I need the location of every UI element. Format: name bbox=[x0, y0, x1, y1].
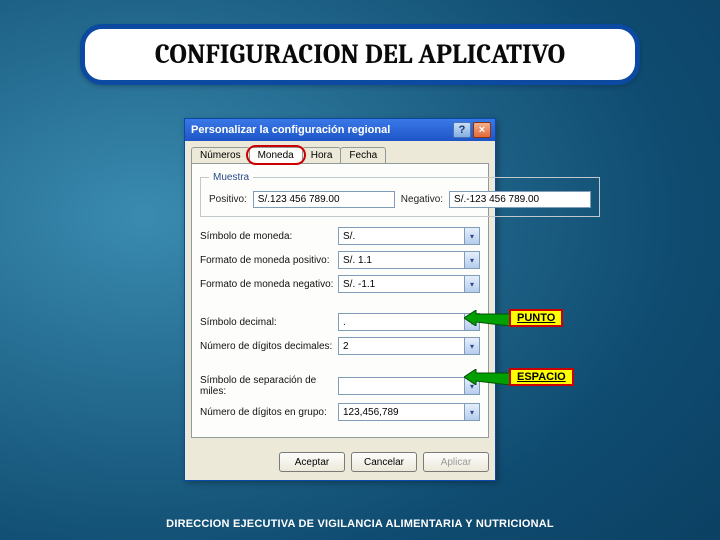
select-simbolo-moneda[interactable]: S/. ▾ bbox=[338, 227, 480, 245]
select-digitos-dec[interactable]: 2 ▾ bbox=[338, 337, 480, 355]
muestra-group: Muestra Positivo: Negativo: bbox=[200, 172, 600, 217]
tab-hora[interactable]: Hora bbox=[302, 147, 342, 163]
select-digitos-grupo[interactable]: 123,456,789 ▾ bbox=[338, 403, 480, 421]
aceptar-button[interactable]: Aceptar bbox=[279, 452, 345, 472]
chevron-down-icon: ▾ bbox=[464, 276, 479, 292]
row-formato-pos: Formato de moneda positivo: S/. 1.1 ▾ bbox=[200, 251, 480, 269]
select-formato-pos[interactable]: S/. 1.1 ▾ bbox=[338, 251, 480, 269]
arrow-icon bbox=[464, 369, 510, 381]
negativo-label: Negativo: bbox=[401, 194, 443, 205]
row-simbolo-moneda: Símbolo de moneda: S/. ▾ bbox=[200, 227, 480, 245]
slide-title: CONFIGURACION DEL APLICATIVO bbox=[80, 24, 640, 85]
lbl-formato-neg: Formato de moneda negativo: bbox=[200, 279, 338, 290]
row-digitos-grupo: Número de dígitos en grupo: 123,456,789 … bbox=[200, 403, 480, 421]
lbl-sep-miles: Símbolo de separación de miles: bbox=[200, 375, 338, 397]
row-formato-neg: Formato de moneda negativo: S/. -1.1 ▾ bbox=[200, 275, 480, 293]
dialog-close-button[interactable]: × bbox=[473, 122, 491, 138]
chevron-down-icon: ▾ bbox=[464, 338, 479, 354]
dialog-button-row: Aceptar Cancelar Aplicar bbox=[185, 444, 495, 480]
cancelar-button[interactable]: Cancelar bbox=[351, 452, 417, 472]
negativo-field bbox=[449, 191, 591, 208]
lbl-digitos-dec: Número de dígitos decimales: bbox=[200, 341, 338, 352]
tab-panel-moneda: Muestra Positivo: Negativo: Símbolo de m… bbox=[191, 163, 489, 438]
dialog-title: Personalizar la configuración regional bbox=[191, 124, 390, 136]
callout-espacio: ESPACIO bbox=[509, 368, 574, 386]
row-sep-miles: Símbolo de separación de miles: ▾ bbox=[200, 375, 480, 397]
tabstrip: Números Moneda Hora Fecha bbox=[185, 141, 495, 163]
callout-punto: PUNTO bbox=[509, 309, 563, 327]
aplicar-button: Aplicar bbox=[423, 452, 489, 472]
lbl-formato-pos: Formato de moneda positivo: bbox=[200, 255, 338, 266]
dialog-help-button[interactable]: ? bbox=[453, 122, 471, 138]
dialog-titlebar: Personalizar la configuración regional ?… bbox=[185, 119, 495, 141]
tab-numeros[interactable]: Números bbox=[191, 147, 250, 163]
lbl-digitos-grupo: Número de dígitos en grupo: bbox=[200, 407, 338, 418]
positivo-field bbox=[253, 191, 395, 208]
slide-footer: DIRECCION EJECUTIVA DE VIGILANCIA ALIMEN… bbox=[0, 518, 720, 530]
positivo-label: Positivo: bbox=[209, 194, 247, 205]
regional-settings-dialog: Personalizar la configuración regional ?… bbox=[184, 118, 496, 481]
arrow-icon bbox=[464, 310, 510, 322]
select-formato-neg[interactable]: S/. -1.1 ▾ bbox=[338, 275, 480, 293]
chevron-down-icon: ▾ bbox=[464, 228, 479, 244]
lbl-simbolo-decimal: Símbolo decimal: bbox=[200, 317, 338, 328]
row-simbolo-decimal: Símbolo decimal: . ▾ bbox=[200, 313, 480, 331]
tab-fecha[interactable]: Fecha bbox=[340, 147, 386, 163]
tab-moneda[interactable]: Moneda bbox=[249, 147, 303, 163]
row-digitos-dec: Número de dígitos decimales: 2 ▾ bbox=[200, 337, 480, 355]
chevron-down-icon: ▾ bbox=[464, 252, 479, 268]
lbl-simbolo-moneda: Símbolo de moneda: bbox=[200, 231, 338, 242]
select-sep-miles[interactable]: ▾ bbox=[338, 377, 480, 395]
select-simbolo-decimal[interactable]: . ▾ bbox=[338, 313, 480, 331]
muestra-legend: Muestra bbox=[209, 172, 253, 183]
chevron-down-icon: ▾ bbox=[464, 404, 479, 420]
